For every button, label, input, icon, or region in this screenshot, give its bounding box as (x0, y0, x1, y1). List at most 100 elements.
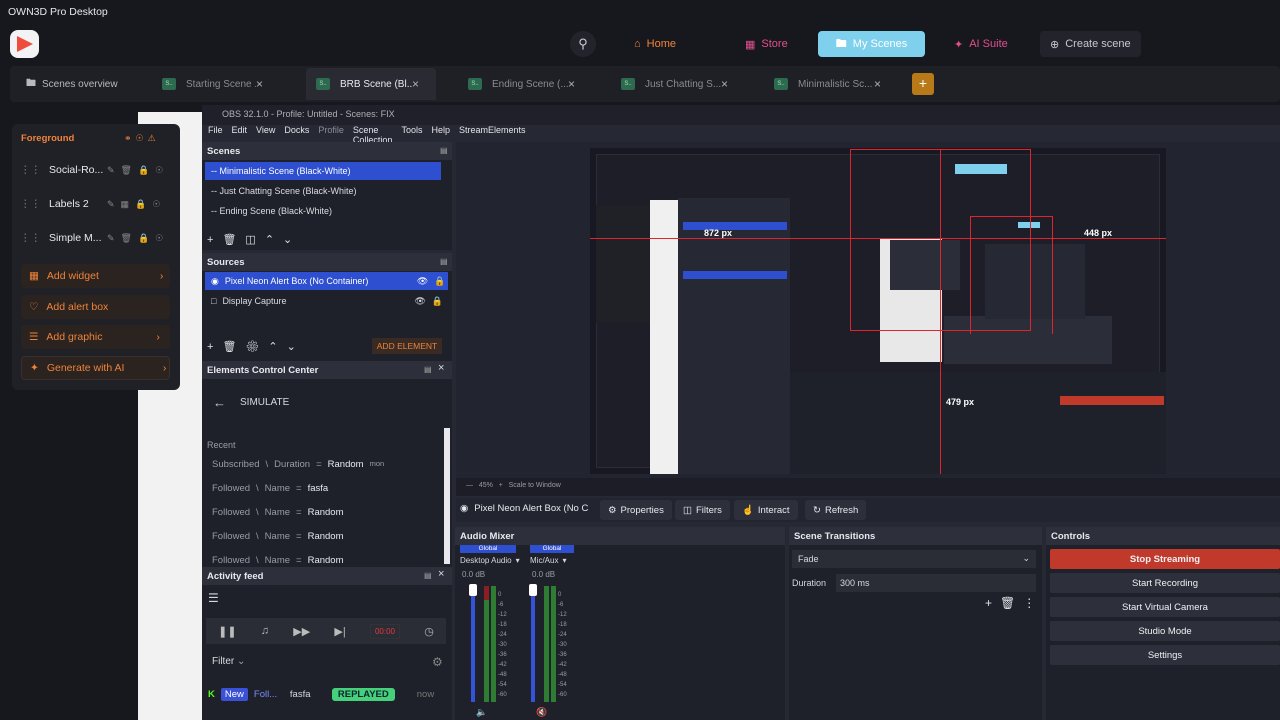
down-icon[interactable]: ⌄ (283, 234, 301, 246)
ecc-row[interactable]: Followed \ Name = Random (212, 531, 350, 542)
close-icon[interactable]: × (568, 77, 575, 91)
minus-icon[interactable]: — (466, 482, 473, 489)
interact-button[interactable]: ☝ Interact (734, 500, 798, 520)
add-tab-button[interactable]: + (912, 73, 934, 95)
filter-dropdown[interactable]: Filter ⌄ (212, 656, 245, 667)
nav-store[interactable]: ▦ Store (735, 31, 798, 57)
channel-desktop[interactable]: Desktop Audio ▾ (460, 556, 520, 565)
menu-edit[interactable]: Edit (232, 125, 248, 141)
search-button[interactable]: ⚲ (570, 31, 596, 57)
add-alert-box-button[interactable]: ♡ Add alert box (21, 295, 170, 319)
drag-handle-icon[interactable]: ⋮⋮ (20, 232, 41, 244)
alert-icon[interactable]: ⚠ (148, 133, 160, 143)
down-icon[interactable]: ⌄ (287, 341, 305, 353)
dock-float-icon[interactable]: ▤ (440, 257, 448, 266)
filters-button[interactable]: ◫ Filters (675, 500, 730, 520)
nav-my-scenes[interactable]: 🖿 My Scenes (818, 31, 925, 57)
dock-float-icon[interactable]: ▤ (424, 571, 432, 580)
hide-icon[interactable]: ☉ (136, 133, 148, 143)
close-icon[interactable]: × (438, 568, 444, 580)
drag-handle-icon[interactable]: ⋮⋮ (20, 164, 41, 176)
close-icon[interactable]: × (256, 77, 263, 91)
gear-icon[interactable]: ⚙ (432, 655, 443, 669)
ecc-row[interactable]: Subscribed \ Duration = Random mon (212, 459, 384, 470)
transition-select[interactable]: Fade ⌄ (792, 550, 1036, 568)
scene-item[interactable]: -- Just Chatting Scene (Black-White) (205, 182, 441, 200)
scrollbar[interactable] (444, 428, 450, 564)
add-element-button[interactable]: ADD ELEMENT (372, 338, 442, 354)
dock-float-icon[interactable]: ▤ (440, 146, 448, 155)
ecc-row[interactable]: Followed \ Name = Random (212, 507, 350, 518)
source-item[interactable]: ◉ Pixel Neon Alert Box (No Container) 👁 🔒 (205, 272, 448, 290)
lock-icon[interactable]: 🔒 (432, 296, 443, 307)
tab-scene-4[interactable]: S.. Just Chatting S... × (621, 70, 741, 98)
menu-profile[interactable]: Profile (318, 125, 344, 141)
add-graphic-button[interactable]: ☰ Add graphic › (21, 325, 170, 349)
close-icon[interactable]: × (874, 77, 881, 91)
scale-mode[interactable]: Scale to Window (509, 482, 561, 489)
menu-scene-collection[interactable]: Scene Collection (353, 125, 393, 145)
duration-input[interactable]: 300 ms (836, 574, 1036, 592)
layer-row[interactable]: ⋮⋮ Labels 2 ✎▦🔒☉ (20, 193, 166, 215)
eye-icon[interactable]: 👁 (417, 276, 428, 287)
properties-button[interactable]: ⚙ Properties (600, 500, 672, 520)
trash-icon[interactable]: 🗑 (222, 341, 245, 353)
volume-handle[interactable] (529, 584, 537, 596)
close-icon[interactable]: × (721, 77, 728, 91)
add-icon[interactable]: + (207, 234, 222, 246)
lock-icon[interactable]: 🔒 (434, 276, 445, 287)
tab-scene-5[interactable]: S.. Minimalistic Sc... × (774, 70, 894, 98)
studio-mode-button[interactable]: Studio Mode (1050, 621, 1280, 641)
trash-icon[interactable]: 🗑 (222, 234, 245, 246)
menu-view[interactable]: View (256, 125, 275, 141)
ecc-row[interactable]: Followed \ Name = fasfa (212, 483, 334, 494)
gear-icon[interactable]: ⚙ (245, 341, 268, 353)
drag-handle-icon[interactable]: ⋮⋮ (20, 198, 41, 210)
menu-tools[interactable]: Tools (401, 125, 422, 141)
stop-streaming-button[interactable]: Stop Streaming (1050, 549, 1280, 569)
close-icon[interactable]: × (438, 362, 444, 374)
eye-icon[interactable]: 👁 (414, 296, 425, 307)
scene-item[interactable]: -- Minimalistic Scene (Black-White) (205, 162, 441, 180)
start-recording-button[interactable]: Start Recording (1050, 573, 1280, 593)
create-scene-button[interactable]: ⊕ Create scene (1040, 31, 1141, 57)
menu-help[interactable]: Help (431, 125, 450, 141)
volume-slider-desktop[interactable] (471, 586, 475, 702)
scene-item[interactable]: -- Ending Scene (Black-White) (205, 202, 441, 220)
tab-scene-1[interactable]: S.. Starting Scene ... × (162, 70, 282, 98)
virtual-camera-button[interactable]: Start Virtual Camera (1050, 597, 1280, 617)
close-icon[interactable]: × (412, 77, 419, 91)
refresh-button[interactable]: ↻ Refresh (805, 500, 867, 520)
channel-mic[interactable]: Mic/Aux ▾ (530, 556, 566, 565)
trash-icon[interactable]: 🗑 (1000, 596, 1023, 610)
add-icon[interactable]: + (207, 341, 222, 353)
nav-home[interactable]: ⌂ Home (624, 31, 686, 57)
tab-scene-3[interactable]: S.. Ending Scene (... × (468, 70, 588, 98)
settings-button[interactable]: Settings (1050, 645, 1280, 665)
nav-ai-suite[interactable]: ✦ AI Suite (944, 31, 1018, 57)
volume-slider-mic[interactable] (531, 586, 535, 702)
speaker-icon[interactable]: 🔈 (476, 707, 487, 718)
back-icon[interactable]: ← (213, 395, 226, 410)
feed-item[interactable]: K New Foll... fasfa REPLAYED now (208, 688, 434, 701)
bell-icon[interactable]: ♫ (261, 625, 269, 637)
layer-row[interactable]: ⋮⋮ Social-Ro... ✎🗑🔒☉ (20, 159, 169, 181)
source-item[interactable]: □ Display Capture 👁 🔒 (205, 292, 448, 310)
mute-icon[interactable]: 🔇 (536, 707, 547, 718)
ecc-row[interactable]: Followed \ Name = Random (212, 555, 350, 566)
plus-icon[interactable]: + (499, 482, 503, 489)
menu-streamelements[interactable]: StreamElements (459, 125, 526, 141)
tab-scene-2[interactable]: S.. BRB Scene (Bl... × (306, 68, 436, 100)
dock-float-icon[interactable]: ▤ (424, 365, 432, 374)
filter-icon[interactable]: ◫ (245, 234, 264, 246)
menu-file[interactable]: File (208, 125, 223, 141)
more-icon[interactable]: ⋮ (1023, 596, 1043, 610)
up-icon[interactable]: ⌃ (268, 341, 286, 353)
add-widget-button[interactable]: ▦ Add widget › (21, 264, 170, 288)
link-icon[interactable]: ⚭ (124, 133, 136, 143)
volume-handle[interactable] (469, 584, 477, 596)
clock-icon[interactable]: ◷ (424, 625, 434, 638)
layer-row[interactable]: ⋮⋮ Simple M... ✎🗑🔒☉ (20, 227, 169, 249)
menu-docks[interactable]: Docks (284, 125, 309, 141)
up-icon[interactable]: ⌃ (265, 234, 283, 246)
